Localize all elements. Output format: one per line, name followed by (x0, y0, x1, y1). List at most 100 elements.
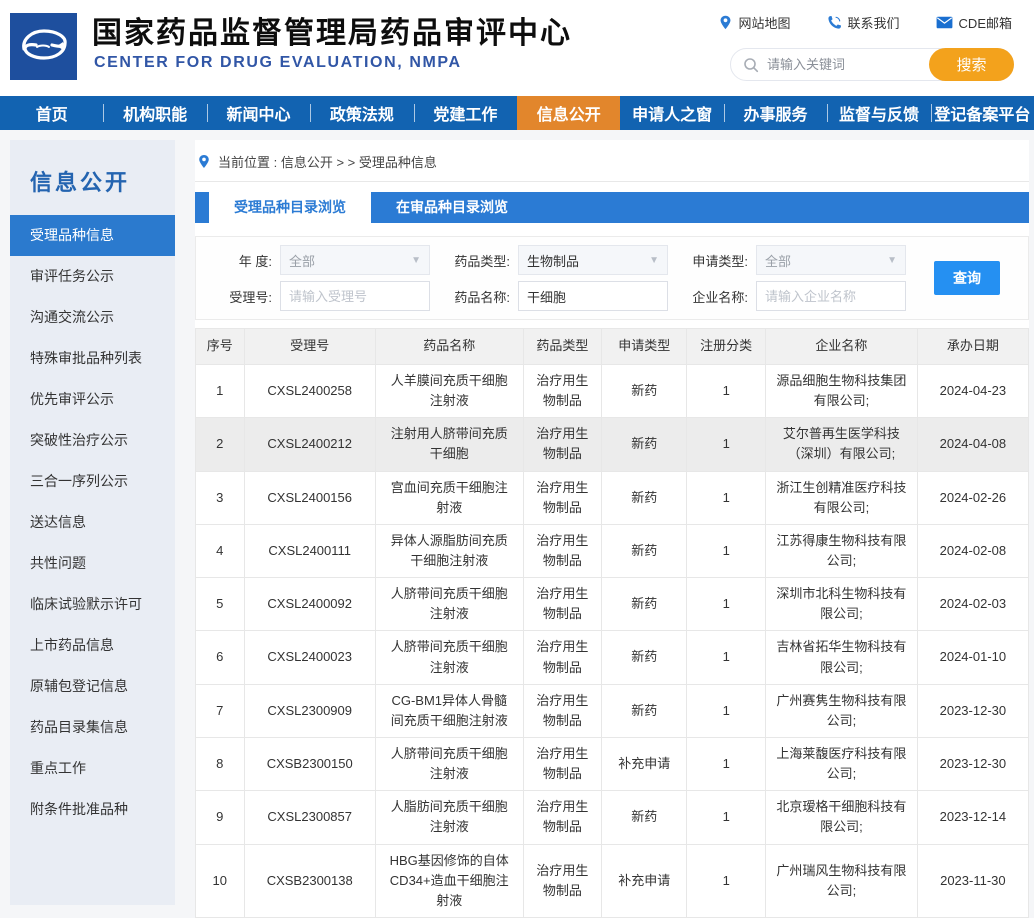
filter-group: 申请类型:全部▼ (680, 245, 906, 275)
table-cell: 1 (687, 524, 766, 577)
filter-group: 企业名称: (680, 281, 906, 311)
site-title-en: CENTER FOR DRUG EVALUATION, NMPA (94, 54, 462, 72)
table-cell: 新药 (602, 684, 687, 737)
nav-item[interactable]: 新闻中心 (207, 96, 310, 130)
company-name-input[interactable] (756, 281, 906, 311)
sidebar-item[interactable]: 优先审评公示 (10, 379, 175, 420)
table-cell: 3 (196, 471, 245, 524)
table-cell: CXSL2300857 (244, 791, 375, 844)
nav-item[interactable]: 监督与反馈 (827, 96, 930, 130)
sidebar-item[interactable]: 受理品种信息 (10, 215, 175, 256)
top-link-mail[interactable]: CDE邮箱 (936, 13, 1012, 32)
filter-group: 药品类型: 生物制品 ▼ (442, 245, 668, 275)
sidebar-item[interactable]: 沟通交流公示 (10, 297, 175, 338)
search-icon (743, 57, 759, 73)
nav-item[interactable]: 登记备案平台 (931, 96, 1034, 130)
table-cell: 2024-04-23 (917, 365, 1028, 418)
table-cell: 2023-12-14 (917, 791, 1028, 844)
tab[interactable]: 在审品种目录浏览 (371, 192, 533, 223)
breadcrumb: 当前位置 : 信息公开 > > 受理品种信息 (195, 140, 1029, 182)
table-cell: 2023-12-30 (917, 684, 1028, 737)
tab-bar: 受理品种目录浏览在审品种目录浏览 (195, 192, 1029, 223)
sidebar-item[interactable]: 附条件批准品种 (10, 789, 175, 830)
chevron-down-icon: ▼ (649, 255, 659, 266)
acceptance-no-input[interactable] (280, 281, 430, 311)
filter-group: 受理号: (204, 281, 430, 311)
table-cell: 10 (196, 844, 245, 917)
table-cell: 新药 (602, 524, 687, 577)
nav-item[interactable]: 申请人之窗 (620, 96, 723, 130)
chevron-down-icon: ▼ (887, 255, 897, 266)
sidebar-item[interactable]: 送达信息 (10, 502, 175, 543)
search-button[interactable]: 搜索 (929, 48, 1014, 81)
table-cell: 艾尔普再生医学科技（深圳）有限公司; (766, 418, 918, 471)
filter-label: 企业名称: (680, 287, 748, 306)
table-row: 5CXSL2400092人脐带间充质干细胞注射液治疗用生物制品新药1深圳市北科生… (196, 578, 1029, 631)
sidebar-item[interactable]: 上市药品信息 (10, 625, 175, 666)
table-cell: 治疗用生物制品 (523, 524, 602, 577)
table-cell: 1 (687, 418, 766, 471)
top-link-label: 联系我们 (848, 13, 900, 32)
table-cell: CXSL2400111 (244, 524, 375, 577)
sidebar-item[interactable]: 审评任务公示 (10, 256, 175, 297)
top-link-phone[interactable]: 联系我们 (827, 13, 900, 32)
chevron-down-icon: ▼ (411, 255, 421, 266)
tab[interactable]: 受理品种目录浏览 (209, 192, 371, 223)
table-cell: 吉林省拓华生物科技有限公司; (766, 631, 918, 684)
sidebar-item[interactable]: 重点工作 (10, 748, 175, 789)
drug-name-input[interactable] (518, 281, 668, 311)
table-cell: CXSB2300138 (244, 844, 375, 917)
table-cell: 2023-11-30 (917, 844, 1028, 917)
table-cell: 新药 (602, 418, 687, 471)
filter-panel: 年 度:全部▼药品类型:生物制品▼申请类型:全部▼ 受理号:药品名称:企业名称:… (195, 236, 1029, 320)
table-cell: CXSB2300150 (244, 737, 375, 790)
sidebar-item[interactable]: 三合一序列公示 (10, 461, 175, 502)
table-cell: 人羊膜间充质干细胞注射液 (375, 365, 523, 418)
cde-logo (10, 13, 77, 80)
top-link-location-pin[interactable]: 网站地图 (718, 13, 791, 32)
table-cell: 上海莱馥医疗科技有限公司; (766, 737, 918, 790)
sidebar-item[interactable]: 原辅包登记信息 (10, 666, 175, 707)
sidebar: 信息公开 受理品种信息审评任务公示沟通交流公示特殊审批品种列表优先审评公示突破性… (10, 140, 175, 905)
table-cell: 治疗用生物制品 (523, 631, 602, 684)
table-cell: 新药 (602, 791, 687, 844)
query-button[interactable]: 查询 (934, 261, 1000, 295)
table-cell: 1 (687, 737, 766, 790)
table-cell: 新药 (602, 365, 687, 418)
select-value: 全部 (289, 251, 315, 270)
nav-item[interactable]: 政策法规 (310, 96, 413, 130)
table-cell: 宫血间充质干细胞注射液 (375, 471, 523, 524)
nav-item[interactable]: 党建工作 (414, 96, 517, 130)
table-header-cell: 药品名称 (375, 329, 523, 365)
sidebar-item[interactable]: 共性问题 (10, 543, 175, 584)
table-cell: 治疗用生物制品 (523, 471, 602, 524)
apply-type-select[interactable]: 全部▼ (756, 245, 906, 275)
table-cell: 治疗用生物制品 (523, 844, 602, 917)
table-body: 1CXSL2400258人羊膜间充质干细胞注射液治疗用生物制品新药1源品细胞生物… (196, 365, 1029, 918)
sidebar-item[interactable]: 临床试验默示许可 (10, 584, 175, 625)
drug-type-select[interactable]: 生物制品 ▼ (518, 245, 668, 275)
table-row: 3CXSL2400156宫血间充质干细胞注射液治疗用生物制品新药1浙江生创精准医… (196, 471, 1029, 524)
table-cell: 治疗用生物制品 (523, 365, 602, 418)
nav-item[interactable]: 办事服务 (724, 96, 827, 130)
sidebar-items: 受理品种信息审评任务公示沟通交流公示特殊审批品种列表优先审评公示突破性治疗公示三… (10, 215, 175, 830)
table-row: 7CXSL2300909CG-BM1异体人骨髓间充质干细胞注射液治疗用生物制品新… (196, 684, 1029, 737)
table-cell: 1 (687, 844, 766, 917)
nav-item[interactable]: 信息公开 (517, 96, 620, 130)
sidebar-item[interactable]: 突破性治疗公示 (10, 420, 175, 461)
filter-label: 药品类型: (442, 251, 510, 270)
nav-item[interactable]: 机构职能 (103, 96, 206, 130)
table-cell: 广州瑞风生物科技有限公司; (766, 844, 918, 917)
table-row: 10CXSB2300138HBG基因修饰的自体CD34+造血干细胞注射液治疗用生… (196, 844, 1029, 917)
filter-group: 药品名称: (442, 281, 668, 311)
select-value: 生物制品 (527, 251, 579, 270)
year-select[interactable]: 全部 ▼ (280, 245, 430, 275)
sidebar-item[interactable]: 药品目录集信息 (10, 707, 175, 748)
filter-label: 年 度: (204, 251, 272, 270)
table-cell: 2024-04-08 (917, 418, 1028, 471)
breadcrumb-text: 当前位置 : 信息公开 > > 受理品种信息 (218, 152, 437, 171)
nav-item[interactable]: 首页 (0, 96, 103, 130)
sidebar-item[interactable]: 特殊审批品种列表 (10, 338, 175, 379)
search-input[interactable] (759, 57, 929, 72)
table-cell: 注射用人脐带间充质干细胞 (375, 418, 523, 471)
